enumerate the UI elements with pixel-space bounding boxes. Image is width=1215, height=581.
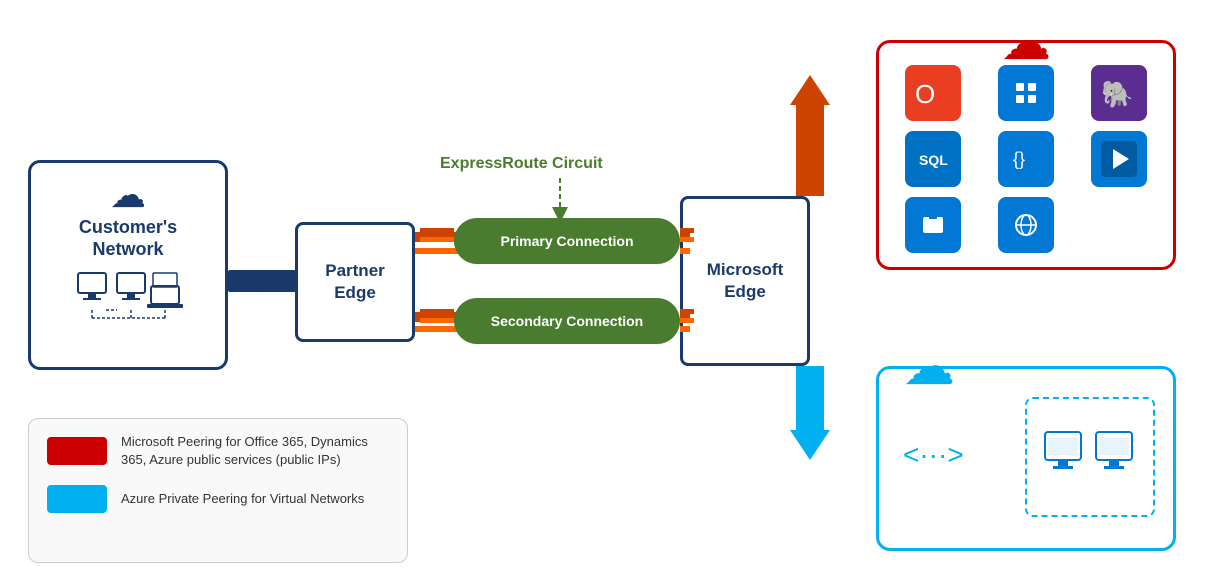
diagram: ☁ Customer's Network (0, 0, 1215, 581)
microsoft-edge-label: Microsoft Edge (707, 259, 784, 303)
media-icon (1091, 131, 1147, 187)
ms-cloud-icon: ☁ (1001, 13, 1051, 71)
partner-edge-box: Partner Edge (295, 222, 415, 342)
azure-cloud-icon: ☁ (903, 337, 955, 397)
legend-item-red: Microsoft Peering for Office 365, Dynami… (47, 433, 389, 469)
legend-blue-rect (47, 485, 107, 513)
empty-slot (1101, 207, 1137, 243)
legend-red-text: Microsoft Peering for Office 365, Dynami… (121, 433, 389, 469)
legend-blue-text: Azure Private Peering for Virtual Networ… (121, 490, 364, 508)
primary-connection-label: Primary Connection (500, 233, 633, 249)
customer-network-box: ☁ Customer's Network (28, 160, 228, 370)
globe-icon (998, 197, 1054, 253)
package-icon (905, 197, 961, 253)
svg-text:SQL: SQL (919, 152, 948, 168)
exchange-icon: <···> (903, 439, 964, 471)
json-icon: {} (998, 131, 1054, 187)
svg-text:🐘: 🐘 (1101, 79, 1133, 109)
expressroute-label: ExpressRoute Circuit (440, 155, 603, 173)
hdinsight-icon (998, 65, 1054, 121)
legend-red-rect (47, 437, 107, 465)
primary-connection-pill: Primary Connection (454, 218, 680, 264)
customer-network-label: Customer's Network (79, 217, 177, 260)
svg-text:O: O (915, 79, 935, 109)
azure-vnet-inner-box (1025, 397, 1155, 517)
hadoop-icon: 🐘 (1091, 65, 1147, 121)
legend-item-blue: Azure Private Peering for Virtual Networ… (47, 485, 389, 513)
svg-text:{}: {} (1013, 149, 1025, 169)
azure-vm-icons (1040, 417, 1140, 497)
azure-private-box: ☁ <···> (876, 366, 1176, 551)
microsoft-services-box: ☁ O 🐘 (876, 40, 1176, 270)
customer-cloud-icon: ☁ (110, 177, 146, 213)
network-computers-icon (73, 268, 183, 338)
secondary-connection-label: Secondary Connection (491, 313, 643, 329)
sql-icon: SQL (905, 131, 961, 187)
secondary-connection-pill: Secondary Connection (454, 298, 680, 344)
partner-edge-label: Partner Edge (325, 260, 385, 304)
office365-icon: O (905, 65, 961, 121)
legend-box: Microsoft Peering for Office 365, Dynami… (28, 418, 408, 563)
ms-services-icons-grid: O 🐘 SQL (891, 65, 1161, 253)
microsoft-edge-box: Microsoft Edge (680, 196, 810, 366)
